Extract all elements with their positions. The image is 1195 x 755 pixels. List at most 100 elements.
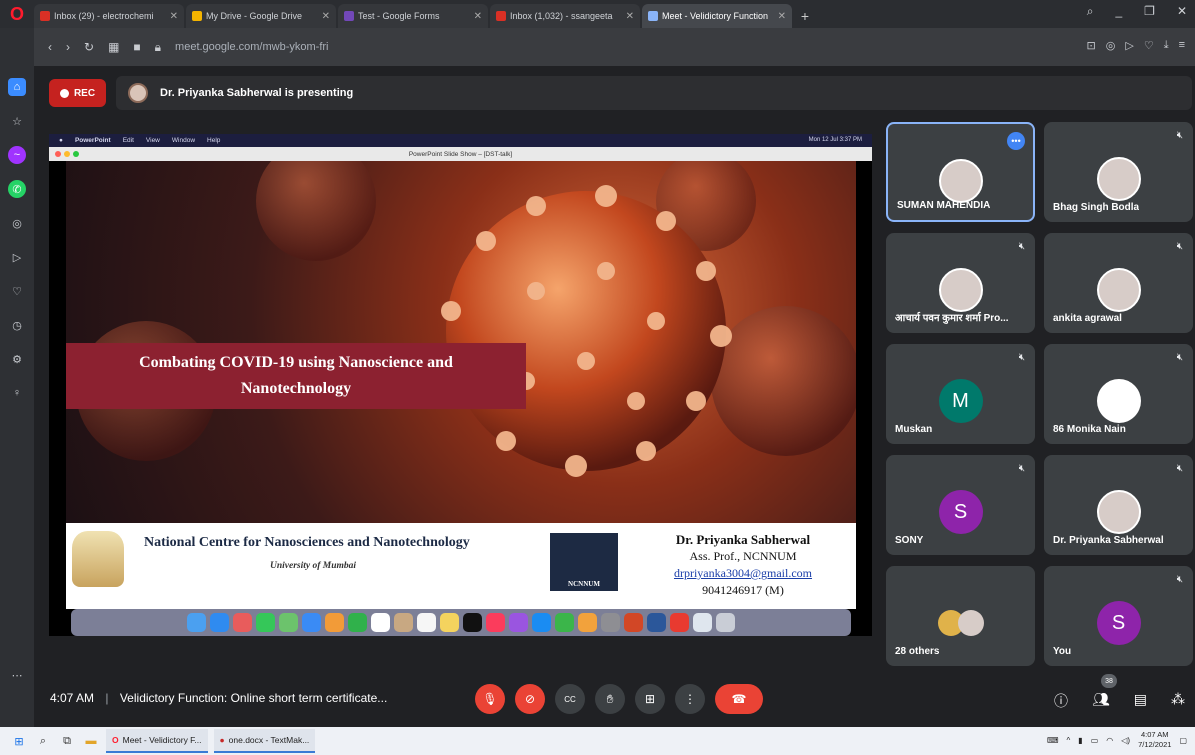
mac-clock: Mon 12 Jul 3:37 PM [808,137,862,143]
restore-button[interactable]: ❐ [1144,4,1155,19]
windows-start-icon[interactable]: ⊞ [10,732,28,750]
snapshot-icon[interactable]: ⊡ [1087,39,1096,52]
mic-muted-icon: 🔇︎ [1176,130,1183,141]
settings-app-icon [601,613,620,632]
browser-tab[interactable]: Inbox (1,032) - ssangeeta ✕ [490,4,640,28]
close-tab-icon[interactable]: ✕ [322,11,330,22]
participant-photo [1096,268,1141,312]
trash-icon [716,613,735,632]
notifications-icon[interactable]: ▢ [1179,736,1187,745]
record-dot-icon [59,88,69,98]
more-icon[interactable]: ⋯ [8,666,26,684]
close-tab-icon[interactable]: ✕ [778,11,786,22]
browser-tab[interactable]: Test - Google Forms ✕ [338,4,488,28]
volume-icon[interactable]: ◁) [1121,736,1130,745]
search-icon[interactable]: ⌕ [34,732,52,750]
mac-menu-window: Window [171,137,196,144]
heart-icon[interactable]: ♡ [8,282,26,300]
messages-icon [256,613,275,632]
forward-icon[interactable]: › [66,40,70,54]
task-view-icon[interactable]: ⧉ [58,732,76,750]
traffic-lights [55,151,79,157]
lightbulb-icon[interactable]: ♀ [8,384,26,402]
participant-name: 28 others [895,646,940,657]
minimize-button[interactable]: _ [1115,4,1122,19]
camera-off-button[interactable]: ⊘ [515,684,545,714]
taskbar-clock[interactable]: 4:07 AM 7/12/2021 [1138,730,1171,750]
tabs-grid-icon[interactable]: ▦ [108,40,119,54]
close-tab-icon[interactable]: ✕ [474,11,482,22]
opera-logo-icon[interactable]: O [0,0,34,28]
taskbar-app-textmaker[interactable]: ● one.docx - TextMak... [213,729,316,753]
home-icon[interactable]: ⌂ [8,78,26,96]
close-tab-icon[interactable]: ✕ [626,11,634,22]
url-field[interactable]: meet.google.com/mwb-ykom-fri [175,41,328,53]
more-options-button[interactable]: ⋮ [675,684,705,714]
heart-icon[interactable]: ♡ [1144,39,1154,52]
logo-text: NCNNUM [568,580,600,588]
mac-menu-edit: Edit [122,137,134,144]
browser-tab[interactable]: Inbox (29) - electrochemi ✕ [34,4,184,28]
more-options-icon[interactable]: ••• [1007,132,1025,150]
participant-tile[interactable]: ••• SUMAN MAHENDIA [886,122,1035,222]
music-icon [486,613,505,632]
new-tab-button[interactable]: + [794,4,816,28]
taskbar-app-meet[interactable]: O Meet - Velidictory F... [106,729,208,753]
settings-icon[interactable]: ⚙ [8,350,26,368]
camera-icon[interactable]: ■ [133,40,140,54]
menu-icon[interactable]: ≡ [1179,39,1185,52]
participant-name: You [1053,646,1072,657]
messenger-icon[interactable]: ~ [8,146,26,164]
instagram-icon[interactable]: ◎ [8,214,26,232]
participant-tile[interactable]: 🔇︎ M Muskan [886,344,1035,444]
participant-tile[interactable]: 🔇︎ आचार्य पवन कुमार शर्मा Pro... [886,233,1035,333]
institute-name: National Centre for Nanosciences and Nan… [144,535,470,550]
mic-muted-icon: 🔇︎ [1176,574,1183,585]
back-icon[interactable]: ‹ [48,40,52,54]
mac-menu-help: Help [207,137,221,144]
usb-icon[interactable]: ▮ [1078,736,1082,745]
participant-name: SONY [895,535,924,546]
play-icon[interactable]: ▷ [1125,39,1133,52]
browser-tab[interactable]: My Drive - Google Drive ✕ [186,4,336,28]
chat-icon[interactable]: ▤ [1134,691,1147,711]
others-avatar-group [933,601,989,645]
tray-expand-icon[interactable]: ^ [1067,736,1071,745]
mail-icon [302,613,321,632]
participant-photo [1096,490,1141,534]
participant-tile[interactable]: 🔇︎ Dr. Priyanka Sabherwal [1044,455,1193,555]
participant-tile[interactable]: 28 others [886,566,1035,666]
file-explorer-icon[interactable]: ▬ [82,732,100,750]
mic-off-button[interactable]: 🎙︎ [475,684,505,714]
send-icon[interactable]: ▷ [8,248,26,266]
close-tab-icon[interactable]: ✕ [170,11,178,22]
present-button[interactable]: ⊞ [635,684,665,714]
reload-icon[interactable]: ↻ [84,40,94,54]
end-call-button[interactable]: ☎︎ [715,684,763,714]
meeting-details-icon[interactable]: ⓘ [1054,691,1068,711]
participant-tile[interactable]: 🔇︎ ankita agrawal [1044,233,1193,333]
participant-tile[interactable]: 🔇︎ Bhag Singh Bodla [1044,122,1193,222]
activities-icon[interactable]: ⁂ [1171,691,1185,711]
presenter-phone: 9041246917 (M) [702,583,784,597]
battery-icon[interactable]: ▭ [1091,736,1099,745]
podcasts-icon [509,613,528,632]
recording-badge[interactable]: REC [49,79,106,107]
people-icon[interactable]: 👥︎ [1092,691,1110,711]
history-icon[interactable]: ◷ [8,316,26,334]
participant-tile[interactable]: 🔇︎ S You [1044,566,1193,666]
captions-button[interactable]: CC [555,684,585,714]
participant-tile[interactable]: 🔇︎ 86 Monika Nain [1044,344,1193,444]
whatsapp-icon[interactable]: ✆ [8,180,26,198]
close-window-button[interactable]: ✕ [1177,4,1187,19]
participant-tile[interactable]: 🔇︎ S SONY [886,455,1035,555]
download-icon[interactable]: ⤓ [1164,39,1169,52]
search-icon[interactable]: ⌕ [1087,4,1094,19]
raise-hand-button[interactable]: ✋︎ [595,684,625,714]
tab-favicon-icon [648,11,658,21]
bookmark-icon[interactable]: ☆ [8,112,26,130]
keyboard-icon[interactable]: ⌨ [1047,736,1059,745]
browser-tab[interactable]: Meet - Velidictory Function ✕ [642,4,792,28]
wifi-icon[interactable]: ◠ [1106,736,1113,745]
camera-access-icon[interactable]: ◎ [1106,39,1116,52]
